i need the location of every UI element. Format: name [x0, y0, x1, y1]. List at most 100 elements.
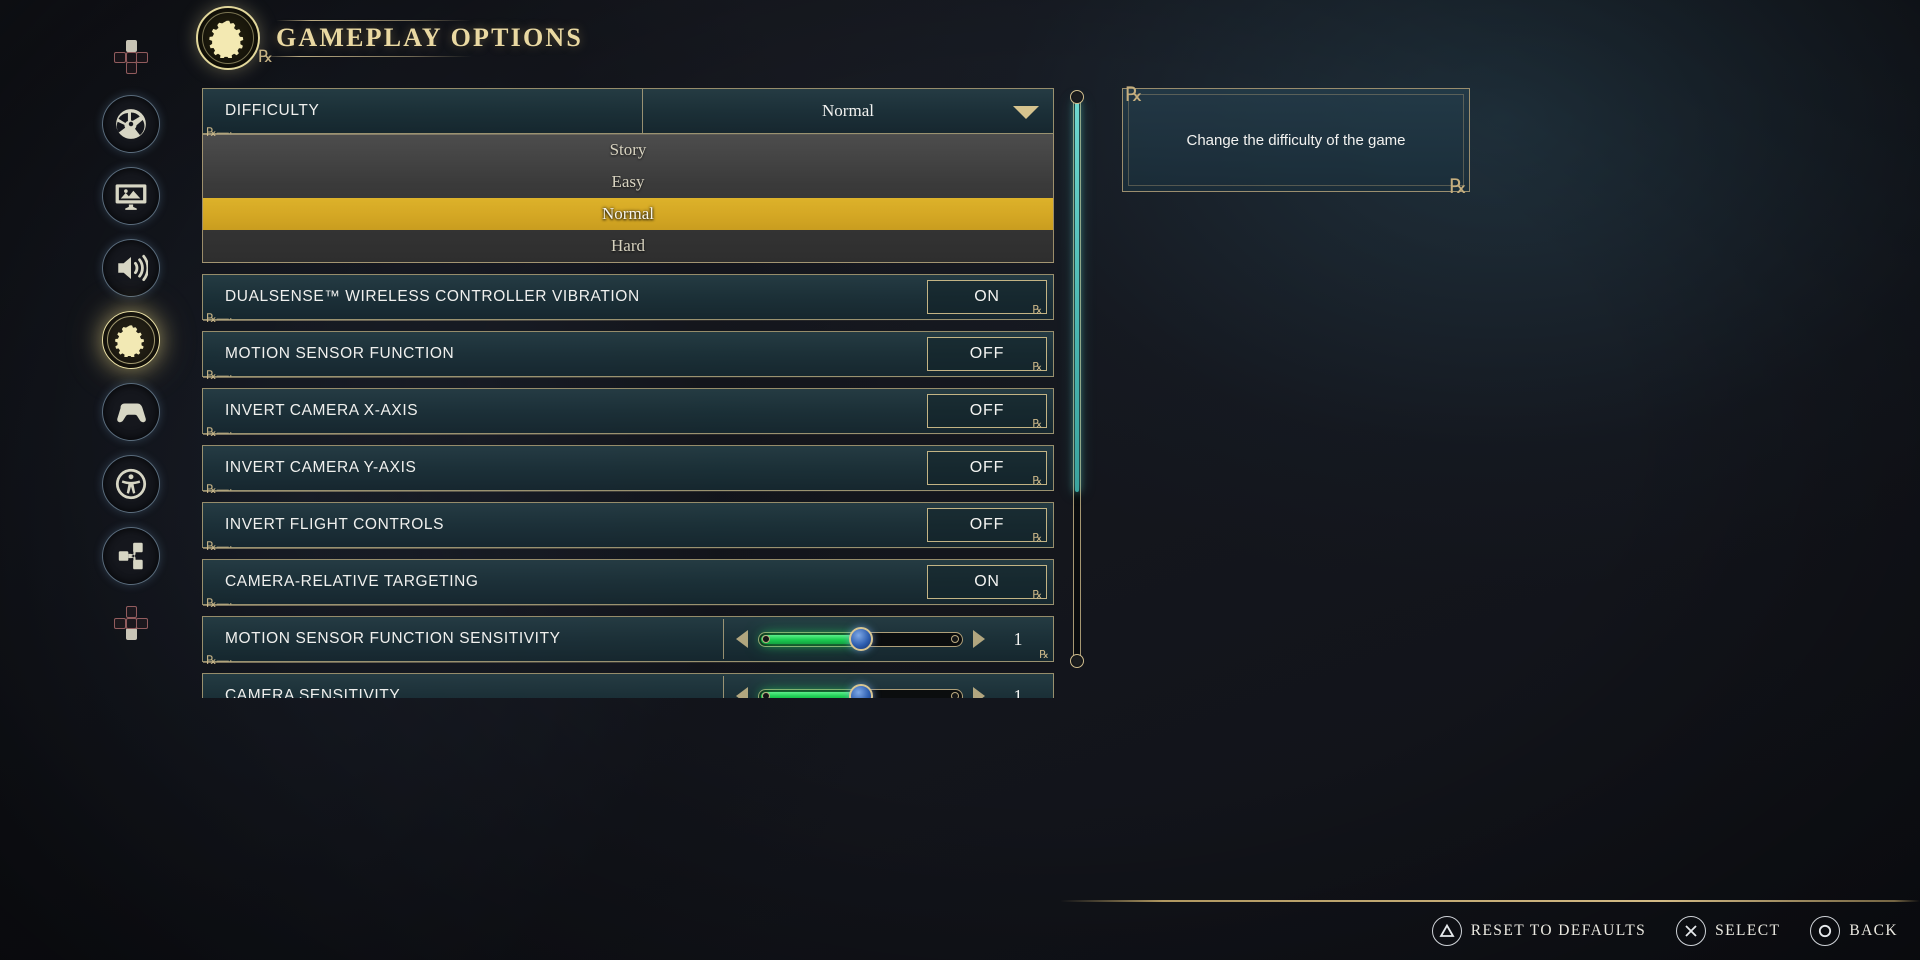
option-label: INVERT CAMERA Y-AXIS: [225, 459, 417, 476]
sidebar-item-game[interactable]: [102, 95, 160, 153]
box-flourish-icon: ℞: [1032, 304, 1043, 316]
sidebar-item-display[interactable]: [102, 167, 160, 225]
slider-increase-icon[interactable]: [973, 687, 985, 698]
scrollbar-track[interactable]: [1073, 98, 1081, 660]
sidebar-item-controls[interactable]: [102, 383, 160, 441]
tooltip-flourish-top-left-icon: ℞: [1125, 84, 1143, 106]
difficulty-value-text: Normal: [822, 101, 874, 120]
game-disc-icon: [114, 107, 148, 141]
dropdown-item-hard[interactable]: Hard: [203, 230, 1053, 262]
page-header: Gameplay Options: [196, 6, 583, 70]
bottom-divider: [1060, 900, 1920, 902]
slider-fill: [761, 634, 859, 644]
option-label: INVERT CAMERA X-AXIS: [225, 402, 419, 419]
toggle-value[interactable]: OFF ℞: [927, 451, 1047, 487]
accessibility-icon: [114, 467, 148, 501]
toggle-value[interactable]: OFF ℞: [927, 394, 1047, 430]
header-rule-top: [276, 20, 472, 21]
slider-cap-right-icon: [951, 635, 959, 643]
option-row-camera-relative-targeting[interactable]: CAMERA-RELATIVE TARGETING ON ℞ ℞—·: [202, 559, 1054, 609]
dpad-up-icon: [114, 40, 148, 74]
option-row-motion-sensor-function[interactable]: MOTION SENSOR FUNCTION OFF ℞ ℞—·: [202, 331, 1054, 381]
box-flourish-icon: ℞: [1032, 418, 1043, 430]
slider-handle[interactable]: [848, 627, 873, 651]
slider-cap-right-icon: [951, 692, 959, 698]
toggle-value[interactable]: ON ℞: [927, 280, 1047, 316]
slider-decrease-icon[interactable]: [736, 630, 748, 648]
audio-icon: [114, 251, 148, 285]
difficulty-dropdown[interactable]: Story Easy Normal Hard: [202, 134, 1054, 263]
cross-button-icon: [1676, 916, 1707, 946]
option-row-camera-sensitivity[interactable]: CAMERA SENSITIVITY 1 ℞—·: [202, 673, 1054, 698]
slider-fill: [761, 691, 859, 698]
chevron-down-icon[interactable]: [1013, 106, 1039, 119]
scrollbar-thumb[interactable]: [1075, 100, 1079, 492]
toggle-value-text: OFF: [969, 402, 1005, 419]
slider-increase-icon[interactable]: [973, 630, 985, 648]
header-rule-bottom: [262, 56, 472, 57]
tooltip-flourish-bottom-right-icon: ℞: [1449, 176, 1467, 198]
slider-cap-left-icon: [762, 692, 770, 698]
option-label: MOTION SENSOR FUNCTION SENSITIVITY: [225, 630, 561, 647]
tooltip-text: Change the difficulty of the game: [1186, 131, 1406, 149]
option-label: DUALSENSE™ WIRELESS CONTROLLER VIBRATION: [225, 288, 640, 305]
slider-control[interactable]: 1: [723, 676, 1053, 698]
options-list: DIFFICULTY Normal ℞—· Story Easy Normal …: [202, 88, 1054, 698]
toggle-value-text: OFF: [969, 345, 1005, 362]
toggle-value[interactable]: OFF ℞: [927, 508, 1047, 544]
box-flourish-icon: ℞: [1032, 532, 1043, 544]
header-flourish-icon: ℞: [258, 47, 274, 66]
box-flourish-icon: ℞: [1039, 649, 1049, 661]
toggle-value-text: ON: [974, 573, 1000, 590]
slider-decrease-icon[interactable]: [736, 687, 748, 698]
scrollbar-cap-top-icon: [1070, 90, 1084, 104]
options-scrollbar[interactable]: [1070, 90, 1084, 668]
option-label: CAMERA-RELATIVE TARGETING: [225, 573, 479, 590]
option-row-invert-camera-x-axis[interactable]: INVERT CAMERA X-AXIS OFF ℞ ℞—·: [202, 388, 1054, 438]
prompt-select[interactable]: Select: [1676, 916, 1780, 946]
prompt-back[interactable]: Back: [1810, 916, 1898, 946]
triangle-button-icon: [1431, 916, 1462, 946]
box-flourish-icon: ℞: [1032, 475, 1043, 487]
sidebar-item-accessibility[interactable]: [102, 455, 160, 513]
slider-value: 1: [1013, 628, 1023, 649]
sidebar-item-network[interactable]: [102, 527, 160, 585]
option-label: DIFFICULTY: [225, 102, 320, 119]
display-icon: [114, 179, 148, 213]
prompt-label: Reset to Defaults: [1470, 922, 1647, 939]
box-flourish-icon: ℞: [1032, 361, 1043, 373]
option-row-motion-sensor-sensitivity[interactable]: MOTION SENSOR FUNCTION SENSITIVITY 1 ℞ ℞…: [202, 616, 1054, 666]
dropdown-item-story[interactable]: Story: [203, 134, 1053, 166]
controller-icon: [114, 395, 148, 429]
network-icon: [114, 539, 148, 573]
slider-handle[interactable]: [848, 684, 873, 698]
sidebar-item-gameplay[interactable]: [102, 311, 160, 369]
option-row-invert-camera-y-axis[interactable]: INVERT CAMERA Y-AXIS OFF ℞ ℞—·: [202, 445, 1054, 495]
slider-control[interactable]: 1 ℞: [723, 619, 1053, 661]
gear-crown-icon: [196, 6, 260, 70]
toggle-value-text: OFF: [969, 459, 1005, 476]
dropdown-item-normal[interactable]: Normal: [203, 198, 1053, 230]
tooltip-panel: ℞ Change the difficulty of the game ℞: [1122, 84, 1470, 197]
option-row-invert-flight-controls[interactable]: INVERT FLIGHT CONTROLS OFF ℞ ℞—·: [202, 502, 1054, 552]
prompt-reset-to-defaults[interactable]: Reset to Defaults: [1431, 916, 1647, 946]
toggle-value[interactable]: OFF ℞: [927, 337, 1047, 373]
prompt-label: Select: [1715, 922, 1781, 939]
slider-cap-left-icon: [762, 635, 770, 643]
dpad-down-icon: [114, 606, 148, 640]
option-row-dualsense-vibration[interactable]: DUALSENSE™ WIRELESS CONTROLLER VIBRATION…: [202, 274, 1054, 324]
option-label: MOTION SENSOR FUNCTION: [225, 345, 455, 362]
page-title: Gameplay Options: [276, 23, 584, 52]
box-flourish-icon: ℞: [1032, 589, 1043, 601]
slider-track[interactable]: [758, 627, 963, 651]
toggle-value-text: ON: [974, 288, 1000, 305]
sidebar-item-audio[interactable]: [102, 239, 160, 297]
difficulty-value[interactable]: Normal: [643, 89, 1053, 133]
gameplay-gear-icon: [114, 323, 148, 357]
dropdown-item-easy[interactable]: Easy: [203, 166, 1053, 198]
slider-track[interactable]: [758, 684, 963, 698]
category-sidebar: [96, 40, 166, 660]
option-row-difficulty[interactable]: DIFFICULTY Normal ℞—·: [202, 88, 1054, 138]
toggle-value[interactable]: ON ℞: [927, 565, 1047, 601]
prompt-label: Back: [1849, 922, 1898, 939]
